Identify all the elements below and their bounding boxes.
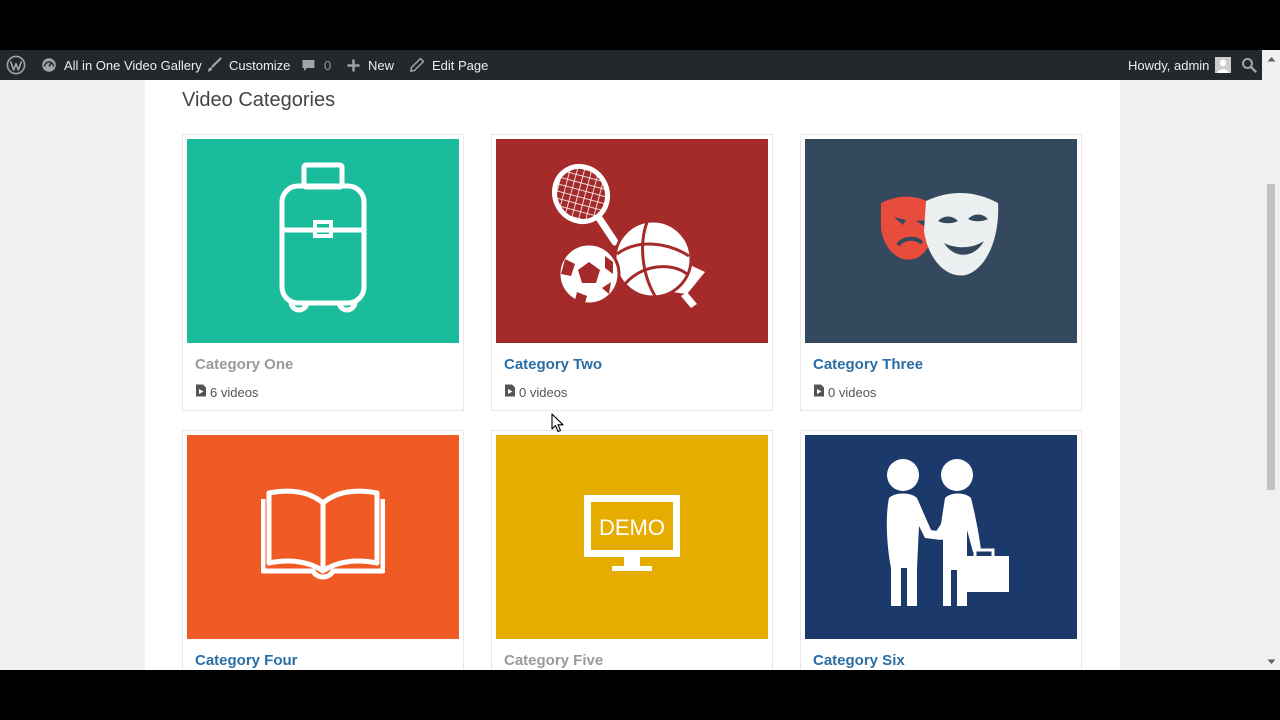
brush-icon [206,57,222,73]
wordpress-logo-icon [6,55,26,75]
video-file-icon [813,384,825,400]
mouse-cursor-icon [551,413,565,438]
new-content-link[interactable]: New [347,50,394,80]
site-name-link[interactable]: All in One Video Gallery [41,50,202,80]
business-handshake-icon [871,458,1011,617]
category-title-link[interactable]: Category Two [504,356,602,373]
category-title-link[interactable]: Category Five [504,652,603,669]
content-area: Video Categories Category One 6 videos C… [145,80,1120,670]
wp-admin-bar: All in One Video Gallery Customize 0 New [0,50,1280,80]
open-book-icon [260,487,386,588]
howdy-label: Howdy, admin [1128,57,1210,73]
scroll-up-arrow-icon[interactable] [1262,50,1280,67]
category-title-link[interactable]: Category Six [813,652,905,669]
comments-link[interactable]: 0 [301,50,331,80]
demo-text: DEMO [599,515,665,540]
video-count-label: 0 videos [519,384,568,400]
category-card[interactable]: Category One 6 videos [182,134,464,411]
my-account-menu[interactable]: Howdy, admin [1128,50,1232,80]
sports-icon [547,163,717,319]
comment-icon [301,58,316,73]
pencil-icon [409,57,425,73]
new-label: New [368,57,395,73]
category-card[interactable]: Category Two 0 videos [491,134,773,411]
video-file-icon [195,384,207,400]
customize-label: Customize [229,57,291,73]
comments-count: 0 [324,57,332,73]
video-count-label: 6 videos [210,384,259,400]
category-card[interactable]: Category Four [182,430,464,670]
wp-menu[interactable] [6,50,26,80]
search-icon [1241,57,1257,73]
category-title-link[interactable]: Category Three [813,356,923,373]
plus-icon [347,59,360,72]
demo-monitor-icon: DEMO [582,493,682,582]
category-thumbnail[interactable] [187,139,459,343]
video-count-label: 0 videos [828,384,877,400]
category-thumbnail[interactable]: DEMO [496,435,768,639]
category-card[interactable]: DEMO Category Five [491,430,773,670]
video-file-icon [504,384,516,400]
dashboard-icon [41,57,57,73]
customize-link[interactable]: Customize [206,50,290,80]
page-title: Video Categories [182,89,336,111]
bottom-letterbox [0,670,1280,720]
admin-search-button[interactable] [1241,50,1257,80]
category-thumbnail[interactable] [805,139,1077,343]
edit-page-link[interactable]: Edit Page [409,50,488,80]
theater-masks-icon [876,189,1006,294]
scroll-down-arrow-icon[interactable] [1262,653,1280,670]
page-scrollbar[interactable] [1262,50,1280,670]
edit-page-label: Edit Page [432,57,489,73]
video-count: 6 videos [195,384,258,400]
category-card[interactable]: Category Six [800,430,1082,670]
category-title-link[interactable]: Category Four [195,652,298,669]
category-title-link[interactable]: Category One [195,356,293,373]
video-count: 0 videos [504,384,567,400]
category-thumbnail[interactable] [496,139,768,343]
avatar [1215,57,1232,73]
category-thumbnail[interactable] [187,435,459,639]
top-letterbox [0,0,1280,50]
category-thumbnail[interactable] [805,435,1077,639]
category-card[interactable]: Category Three 0 videos [800,134,1082,411]
scrollbar-thumb[interactable] [1267,184,1275,490]
luggage-icon [273,159,373,324]
page-viewport: Video Categories Category One 6 videos C… [0,80,1262,670]
video-count: 0 videos [813,384,876,400]
site-name-label: All in One Video Gallery [64,57,202,73]
